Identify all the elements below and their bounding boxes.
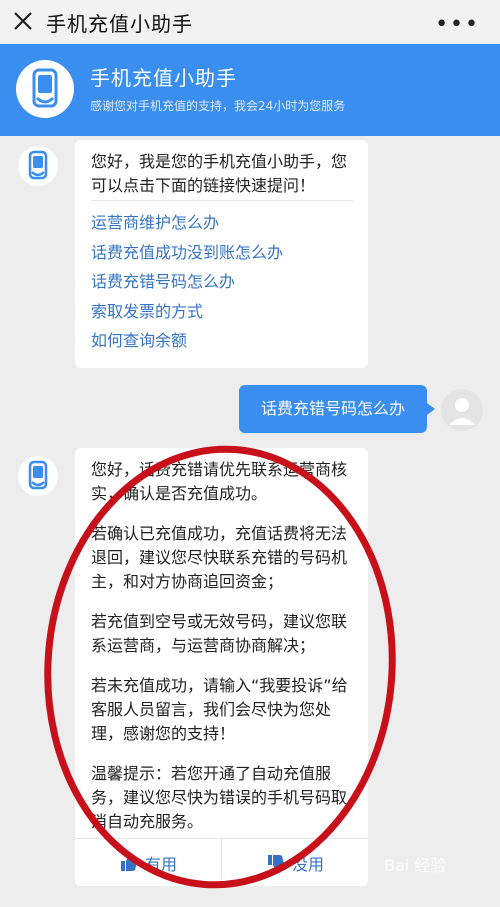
quick-link[interactable]: 如何查询余额 — [91, 326, 283, 356]
assistant-avatar — [18, 146, 58, 186]
quick-links: 运营商维护怎么办 话费充值成功没到账怎么办 话费充错号码怎么办 索取发票的方式 … — [91, 208, 283, 356]
user-message: 话费充错号码怎么办 — [239, 385, 435, 433]
watermark: Bai 经验 — [384, 856, 447, 875]
answer-paragraph: 若确认已充值成功，充值话费将无法退回，建议您尽快联系充错的号码机主，和对方协商追… — [91, 524, 348, 591]
user-icon — [449, 398, 475, 425]
helpful-label: 有用 — [144, 855, 177, 874]
answer-text: 您好，话费充错请优先联系运营商核实，确认是否充值成功。 若确认已充值成功，充值话… — [91, 458, 359, 850]
not-helpful-button[interactable]: 没用 — [222, 839, 368, 887]
answer-paragraph: 若未充值成功，请输入“我要投诉”给客服人员留言，我们会尽快为您处理，感谢您的支持… — [91, 676, 348, 743]
quick-link[interactable]: 索取发票的方式 — [91, 297, 283, 327]
helpful-button[interactable]: 有用 — [75, 839, 221, 887]
answer-paragraph: 您好，话费充错请优先联系运营商核实，确认是否充值成功。 — [91, 460, 348, 503]
quick-link[interactable]: 话费充错号码怎么办 — [91, 267, 283, 297]
answer-paragraph: 若充值到空号或无效号码，建议您联系运营商，与运营商协商解决； — [91, 612, 348, 655]
assistant-banner: 手机充值小助手 感谢您对手机充值的支持，我会24小时为您服务 — [0, 44, 500, 136]
divider — [91, 200, 353, 201]
title-bar: 手机充值小助手 ••• — [0, 0, 500, 44]
close-icon[interactable] — [12, 10, 34, 32]
greeting-text: 您好，我是您的手机充值小助手，您可以点击下面的链接快速提问！ — [91, 152, 348, 195]
banner-title: 手机充值小助手 — [90, 66, 237, 90]
not-helpful-label: 没用 — [291, 855, 324, 874]
assistant-logo — [16, 60, 74, 118]
window-title: 手机充值小助手 — [46, 12, 193, 36]
answer-paragraph: 温馨提示：若您开通了自动充值服务，建议您尽快为错误的手机号码取消自动充服务。 — [91, 764, 348, 831]
thumbs-down-icon — [267, 855, 285, 872]
assistant-message-answer: 您好，话费充错请优先联系运营商核实，确认是否充值成功。 若确认已充值成功，充值话… — [75, 448, 368, 887]
phone-smile-icon — [28, 460, 48, 490]
phone-smile-icon — [32, 68, 58, 108]
more-menu-icon[interactable]: ••• — [435, 12, 480, 37]
quick-link[interactable]: 话费充值成功没到账怎么办 — [91, 238, 283, 268]
assistant-avatar — [18, 456, 58, 496]
thumbs-up-icon — [120, 854, 138, 871]
user-avatar — [441, 389, 483, 431]
phone-smile-icon — [28, 150, 48, 180]
assistant-message-welcome: 您好，我是您的手机充值小助手，您可以点击下面的链接快速提问！ 运营商维护怎么办 … — [75, 140, 368, 368]
quick-link[interactable]: 运营商维护怎么办 — [91, 208, 283, 238]
banner-subtitle: 感谢您对手机充值的支持，我会24小时为您服务 — [90, 99, 346, 113]
feedback-bar: 有用 没用 — [75, 838, 368, 887]
